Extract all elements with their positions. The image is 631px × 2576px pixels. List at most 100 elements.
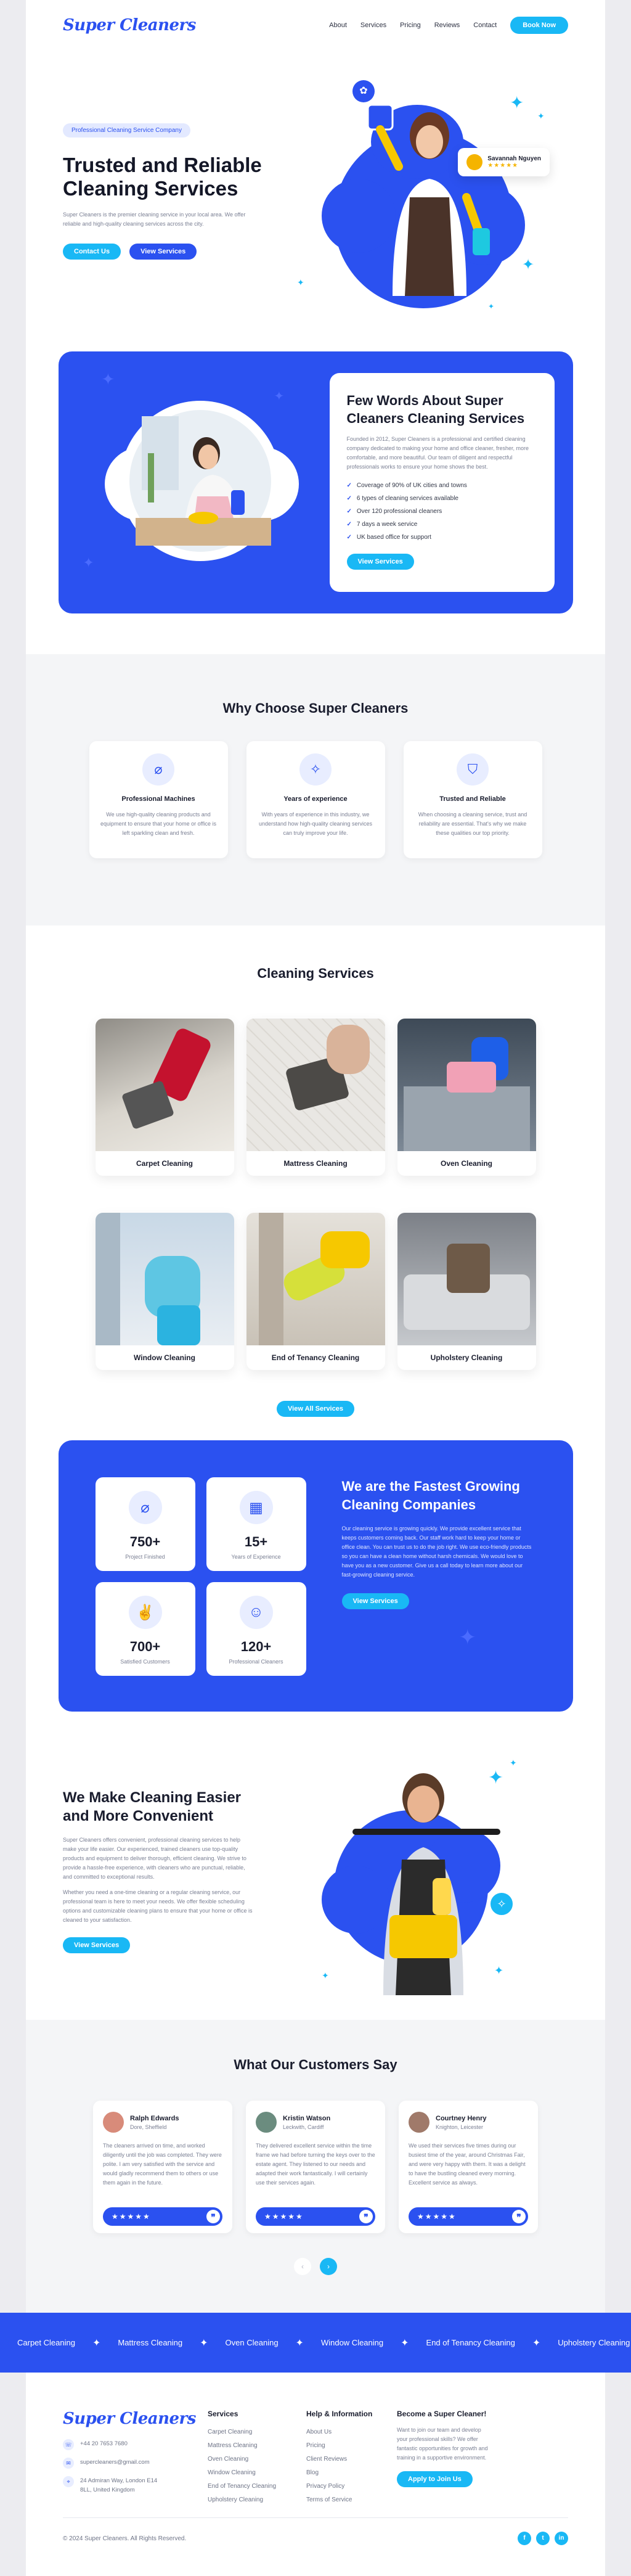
service-card-window[interactable]: Window Cleaning (95, 1213, 234, 1370)
sparkle-icon: ✦ (295, 2337, 304, 2348)
footer-link[interactable]: Pricing (306, 2439, 397, 2453)
service-name: Carpet Cleaning (136, 1159, 193, 1168)
sparkle-icon: ✦ (510, 1758, 517, 1768)
footer-link[interactable]: Privacy Policy (306, 2480, 397, 2493)
testimonials-section: What Our Customers Say Ralph Edwards Dor… (26, 2020, 605, 2313)
footer-email[interactable]: supercleaners@gmail.com (80, 2458, 150, 2467)
checklist-item: ✓ Over 120 professional cleaners (346, 508, 442, 515)
calendar-icon: ▦ (239, 1491, 273, 1524)
convenient-paragraph-1: Super Cleaners offers convenient, profes… (63, 1837, 246, 1880)
why-title: Why Choose Super Cleaners (222, 700, 409, 716)
nav-contact[interactable]: Contact (473, 22, 497, 29)
services-title: Cleaning Services (257, 966, 374, 981)
apply-button[interactable]: Apply to Join Us (397, 2471, 473, 2487)
about-checklist: ✓ Coverage of 90% of UK cities and towns … (347, 479, 537, 544)
quote-icon: ❞ (512, 2210, 526, 2223)
sparkle-icon: ✦ (322, 1971, 329, 1980)
sparkle-icon: ✧ (299, 753, 332, 786)
ticker-item: Oven Cleaning (225, 2338, 279, 2347)
services-ticker: Carpet Cleaning ✦ Mattress Cleaning ✦ Oven… (0, 2313, 631, 2373)
service-name: Window Cleaning (134, 1353, 195, 1362)
footer-link[interactable]: Oven Cleaning (208, 2453, 306, 2466)
shield-icon: ⛉ (457, 753, 489, 786)
footer-phone[interactable]: +44 20 7653 7680 (80, 2439, 128, 2448)
footer-link[interactable]: Client Reviews (306, 2453, 397, 2466)
footer-link[interactable]: Upholstery Cleaning (208, 2493, 306, 2507)
hero-badge: Professional Cleaning Service Company (63, 123, 190, 137)
view-services-button[interactable]: View Services (129, 244, 197, 260)
footer-link[interactable]: Blog (306, 2466, 397, 2480)
service-name: End of Tenancy Cleaning (271, 1353, 360, 1362)
avatar (103, 2112, 124, 2133)
main-nav: About Services Pricing Reviews Contact B… (329, 17, 568, 34)
sparkle-icon: ✦ (297, 277, 304, 287)
service-card-oven[interactable]: Oven Cleaning (397, 1019, 536, 1176)
book-now-button[interactable]: Book Now (510, 17, 568, 34)
testimonial-text: We used their services five times during… (409, 2143, 526, 2186)
contact-us-button[interactable]: Contact Us (63, 244, 121, 260)
testimonial-rating-bar: ★★★★★ ❞ (409, 2207, 528, 2226)
carousel-next-button[interactable]: › (320, 2258, 337, 2275)
twitter-icon[interactable]: t (536, 2532, 550, 2545)
star-rating: ★★★★★ (112, 2212, 151, 2221)
clean-badge-icon: ✿ (352, 80, 375, 102)
footer-link[interactable]: Carpet Cleaning (208, 2426, 306, 2439)
nav-reviews[interactable]: Reviews (434, 22, 460, 29)
convenient-paragraph-2: Whether you need a one-time cleaning or … (63, 1889, 253, 1923)
thumbs-up-icon: ✌ (128, 1596, 162, 1629)
sparkle-icon: ✦ (488, 1768, 504, 1788)
service-card-carpet[interactable]: Carpet Cleaning (95, 1019, 234, 1176)
ticker-item: Carpet Cleaning (17, 2338, 75, 2347)
why-card: ⛉ Trusted and Reliable When choosing a c… (403, 741, 542, 858)
carousel-prev-button[interactable]: ‹ (294, 2258, 311, 2275)
stats-view-services-button[interactable]: View Services (341, 1593, 409, 1609)
service-card-mattress[interactable]: Mattress Cleaning (246, 1019, 385, 1176)
logo[interactable]: Super Cleaners (63, 16, 196, 35)
sparkle-icon: ✦ (101, 370, 115, 388)
cleaner-man-illustration: ✧ ✦ ✦ ✦ ✦ (322, 1755, 543, 2001)
about-description: Founded in 2012, Super Cleaners is a pro… (346, 436, 529, 470)
service-card-upholstery[interactable]: Upholstery Cleaning (397, 1213, 536, 1370)
stat-label: Project Finished (125, 1554, 165, 1560)
spray-icon: ⌀ (142, 753, 174, 786)
avatar (409, 2112, 429, 2133)
view-all-services-button[interactable]: View All Services (277, 1401, 354, 1417)
quote-icon: ❞ (206, 2210, 220, 2223)
mattress-cleaning-photo (246, 1019, 385, 1151)
sparkle-icon: ✦ (537, 111, 545, 121)
window-cleaning-photo (95, 1213, 234, 1345)
about-section: ✦ ✦ ✦ Few Words About Super Cleaners Cle… (58, 351, 573, 613)
checklist-item: ✓ 7 days a week service (346, 521, 418, 528)
check-icon: ✓ (346, 482, 352, 489)
services-section: Cleaning Services Carpet Cleaning Mattre… (26, 925, 605, 1440)
footer-link[interactable]: About Us (306, 2426, 397, 2439)
star-rating: ★★★★★ (264, 2212, 304, 2221)
checklist-item: ✓ Coverage of 90% of UK cities and towns (346, 482, 467, 489)
sparkle-icon: ✦ (200, 2337, 208, 2348)
facebook-icon[interactable]: f (518, 2532, 531, 2545)
footer-logo[interactable]: Super Cleaners (63, 2410, 208, 2428)
testimonial-name: Kristin Watson (283, 2114, 331, 2122)
nav-about[interactable]: About (329, 22, 347, 29)
service-card-tenancy[interactable]: End of Tenancy Cleaning (246, 1213, 385, 1370)
sparkle-icon: ✦ (510, 93, 524, 112)
footer-link[interactable]: Window Cleaning (208, 2466, 306, 2480)
ticker-item: Window Cleaning (320, 2338, 384, 2347)
cleaner-woman-illustration (367, 104, 490, 296)
nav-pricing[interactable]: Pricing (400, 22, 421, 29)
hero-section: Professional Cleaning Service Company Tr… (63, 37, 568, 327)
linkedin-icon[interactable]: in (555, 2532, 568, 2545)
footer-link[interactable]: End of Tenancy Cleaning (208, 2480, 306, 2493)
stat-label: Years of Experience (231, 1554, 281, 1560)
testimonial-text: They delivered excellent service within … (256, 2143, 375, 2186)
footer-link[interactable]: Mattress Cleaning (208, 2439, 306, 2453)
testimonial-rating-bar: ★★★★★ ❞ (103, 2207, 222, 2226)
sparkle-icon: ✦ (494, 1964, 504, 1977)
footer-link[interactable]: Terms of Service (306, 2493, 397, 2507)
convenient-view-services-button[interactable]: View Services (63, 1937, 131, 1953)
nav-services[interactable]: Services (360, 22, 386, 29)
location-icon: ⌖ (63, 2476, 74, 2487)
about-card: Few Words About Super Cleaners Cleaning … (329, 373, 555, 592)
about-view-services-button[interactable]: View Services (346, 554, 414, 570)
testimonials-title: What Our Customers Say (234, 2057, 397, 2072)
